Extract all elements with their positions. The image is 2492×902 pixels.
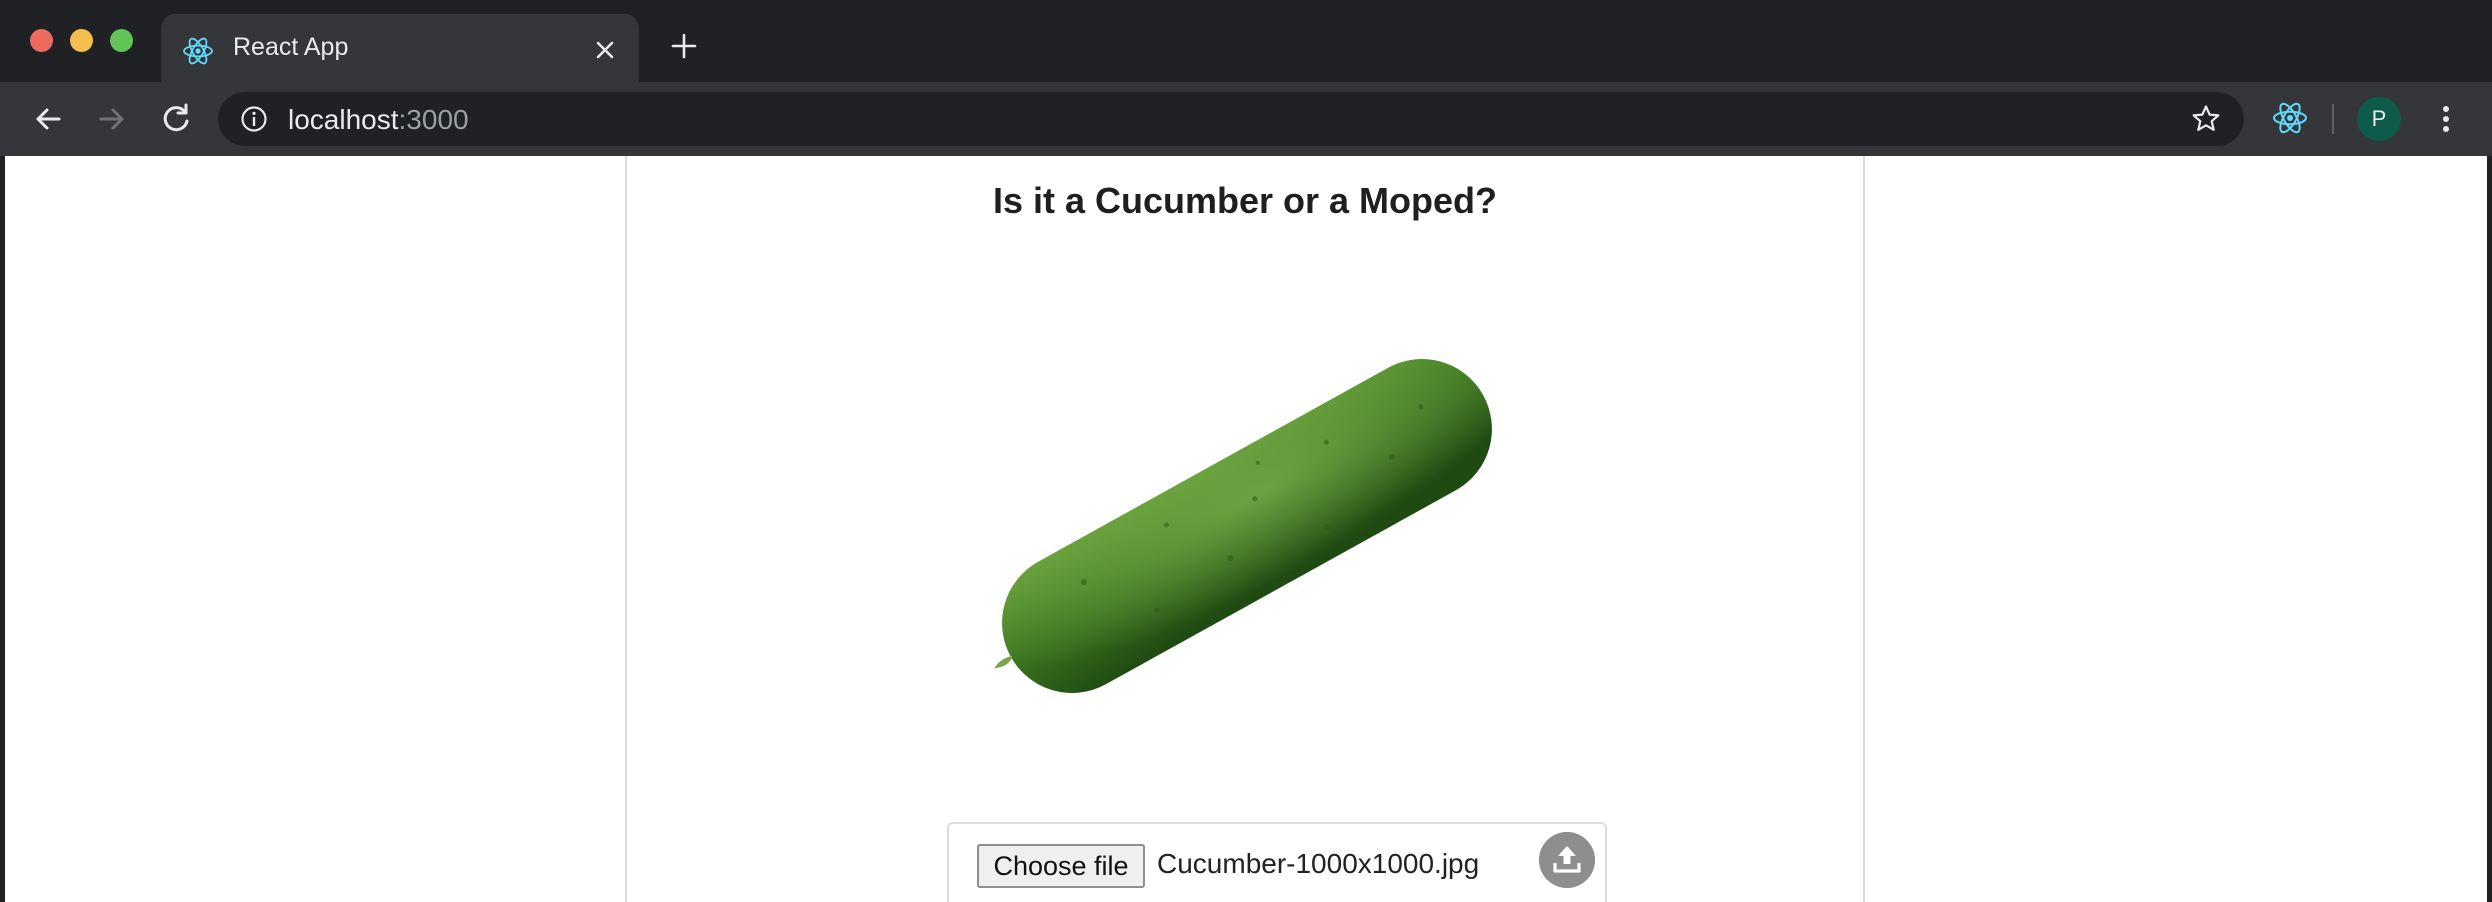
new-tab-icon[interactable] (668, 30, 700, 62)
address-bar[interactable]: localhost:3000 (218, 92, 2244, 146)
toolbar-divider (2332, 104, 2334, 134)
choose-file-button[interactable]: Choose file (977, 844, 1145, 888)
zoom-window-button[interactable] (110, 29, 133, 52)
profile-avatar[interactable]: P (2357, 97, 2401, 141)
reload-icon[interactable] (156, 99, 196, 139)
browser-tab[interactable]: React App (161, 14, 639, 82)
browser-toolbar: localhost:3000 P (0, 82, 2492, 156)
tab-strip: React App (0, 0, 2492, 82)
close-window-button[interactable] (30, 29, 53, 52)
tab-title: React App (233, 33, 349, 61)
more-menu-icon[interactable] (2426, 99, 2466, 139)
bookmark-star-icon[interactable] (2190, 103, 2222, 135)
page-title: Is it a Cucumber or a Moped? (992, 180, 1498, 221)
upload-icon[interactable] (1539, 832, 1595, 888)
back-arrow-icon[interactable] (28, 99, 68, 139)
close-tab-icon[interactable] (589, 34, 621, 66)
forward-arrow-icon[interactable] (92, 99, 132, 139)
react-logo-icon (183, 37, 213, 65)
selected-file-name: Cucumber-1000x1000.jpg (1157, 848, 1480, 879)
minimize-window-button[interactable] (70, 29, 93, 52)
react-devtools-extension-icon[interactable] (2270, 98, 2310, 138)
site-info-icon[interactable] (240, 105, 268, 133)
page-viewport: Is it a Cucumber or a Moped? Choose file… (5, 156, 2487, 902)
url-host: localhost (288, 104, 399, 135)
cucumber-image (994, 359, 1492, 693)
url-text: localhost:3000 (288, 104, 469, 136)
upload-form: Choose file Cucumber-1000x1000.jpg (947, 822, 1607, 902)
url-port: :3000 (398, 104, 469, 135)
classifier-card: Is it a Cucumber or a Moped? Choose file… (625, 156, 1865, 902)
